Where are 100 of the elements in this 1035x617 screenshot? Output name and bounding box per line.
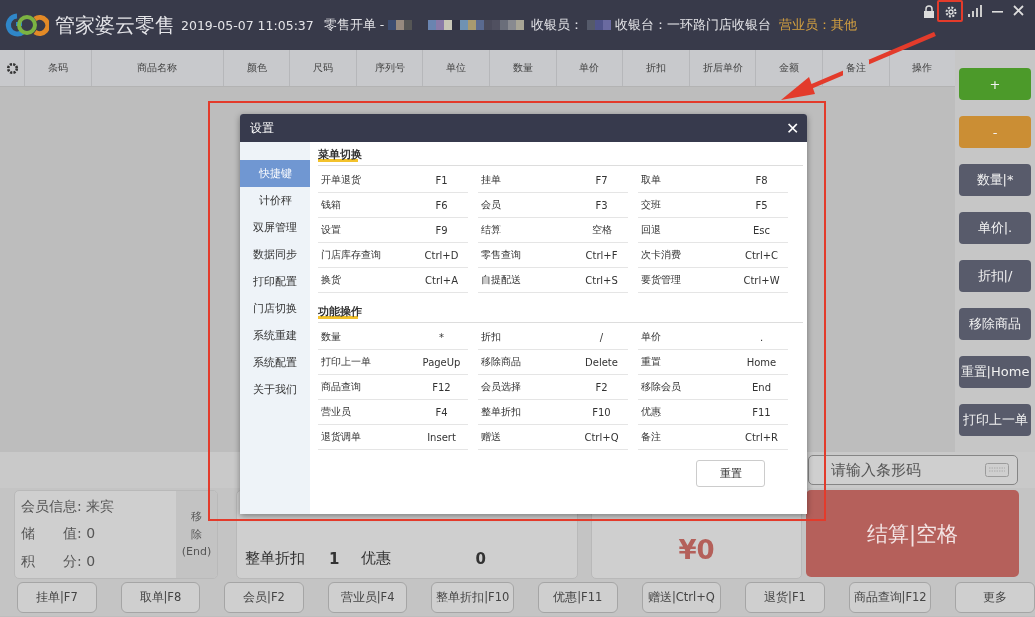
shortcut-action: 会员 bbox=[481, 198, 502, 212]
shortcut-action: 赠送 bbox=[481, 430, 502, 444]
function-button[interactable]: 优惠|F11 bbox=[538, 582, 618, 613]
shortcut-action: 营业员 bbox=[321, 405, 352, 419]
function-button[interactable]: 赠送|Ctrl+Q bbox=[641, 582, 722, 613]
checkout-button[interactable]: 结算|空格 bbox=[806, 490, 1019, 577]
shortcut-key: F2 bbox=[575, 381, 628, 393]
shortcut-action: 门店库存查询 bbox=[321, 248, 382, 262]
shortcut-key: Esc bbox=[735, 224, 788, 236]
shortcut-key: Delete bbox=[575, 356, 628, 368]
total-value: 0 bbox=[475, 550, 486, 568]
shortcut-action: 移除商品 bbox=[481, 355, 522, 369]
settings-nav-item[interactable]: 关于我们 bbox=[240, 376, 310, 403]
lock-icon bbox=[924, 5, 934, 18]
action-button[interactable]: 重置|Home bbox=[959, 356, 1031, 388]
shortcut-key: F11 bbox=[735, 406, 788, 418]
shortcut-action: 零售查询 bbox=[481, 248, 522, 262]
shortcut-key: Ctrl+A bbox=[415, 274, 468, 286]
settings-nav-item[interactable]: 双屏管理 bbox=[240, 214, 310, 241]
shortcut-key: Ctrl+F bbox=[575, 249, 628, 261]
app-name: 管家婆云零售 bbox=[55, 11, 175, 39]
dialog-title: 设置 bbox=[250, 119, 274, 137]
function-button[interactable]: 整单折扣|F10 bbox=[431, 582, 514, 613]
barcode-field[interactable]: 请输入条形码 bbox=[808, 455, 1018, 485]
order-label: 零售开单 - bbox=[323, 16, 385, 34]
shortcut-action: 换货 bbox=[321, 273, 342, 287]
settings-nav-item[interactable]: 打印配置 bbox=[240, 268, 310, 295]
shortcut-action: 数量 bbox=[321, 330, 342, 344]
function-button[interactable]: 商品查询|F12 bbox=[848, 582, 932, 613]
shortcut-key: Ctrl+R bbox=[735, 431, 788, 443]
function-button[interactable]: 营业员|F4 bbox=[327, 582, 408, 613]
settings-nav-item[interactable]: 系统配置 bbox=[240, 349, 310, 376]
function-button[interactable]: 会员|F2 bbox=[224, 582, 304, 613]
shortcut-key: Ctrl+D bbox=[415, 249, 468, 261]
column-header: 备注 bbox=[842, 59, 869, 77]
annotation-frame bbox=[937, 0, 963, 22]
action-button[interactable]: 单价|. bbox=[959, 212, 1031, 244]
settings-nav-item[interactable]: 计价秤 bbox=[240, 187, 310, 214]
signal-icon bbox=[968, 5, 982, 17]
function-button[interactable]: 挂单|F7 bbox=[17, 582, 97, 613]
shortcut-action: 要货管理 bbox=[641, 273, 682, 287]
shortcut-key: / bbox=[575, 331, 628, 343]
shortcut-action: 退货调单 bbox=[321, 430, 362, 444]
shortcut-key: F9 bbox=[415, 224, 468, 236]
shortcut-key: F1 bbox=[415, 174, 468, 186]
shortcut-action: 结算 bbox=[481, 223, 502, 237]
shortcut-key: F6 bbox=[415, 199, 468, 211]
action-button[interactable]: 数量|* bbox=[959, 164, 1031, 196]
shortcut-key: F10 bbox=[575, 406, 628, 418]
shortcut-action: 回退 bbox=[641, 223, 662, 237]
cashier-label: 收银员： bbox=[531, 16, 584, 34]
settings-nav-item[interactable]: 门店切换 bbox=[240, 295, 310, 322]
shortcut-key: Insert bbox=[415, 431, 468, 443]
member-info: 积 分: 0 bbox=[21, 553, 97, 572]
shortcut-key: Ctrl+S bbox=[575, 274, 628, 286]
shortcut-key: F4 bbox=[415, 406, 468, 418]
shortcut-key: F12 bbox=[415, 381, 468, 393]
shortcut-action: 挂单 bbox=[481, 173, 502, 187]
shortcut-action: 会员选择 bbox=[481, 380, 522, 394]
close-button[interactable]: ✕ bbox=[786, 118, 799, 138]
shortcut-action: 设置 bbox=[321, 223, 342, 237]
shortcut-key: . bbox=[735, 331, 788, 343]
shortcut-key: 空格 bbox=[575, 223, 628, 237]
shortcut-action: 商品查询 bbox=[321, 380, 362, 394]
shortcut-key: Ctrl+C bbox=[735, 249, 788, 261]
shortcut-action: 钱箱 bbox=[321, 198, 342, 212]
shortcut-key: F5 bbox=[735, 199, 788, 211]
shortcut-action: 单价 bbox=[641, 330, 662, 344]
reset-button[interactable]: 重置 bbox=[696, 460, 765, 487]
member-info: 会员信息: 来宾 bbox=[21, 497, 116, 516]
close-icon[interactable] bbox=[1013, 5, 1024, 16]
settings-nav-item[interactable]: 数据同步 bbox=[240, 241, 310, 268]
settings-nav-item[interactable]: 系统重建 bbox=[240, 322, 310, 349]
shortcut-action: 自提配送 bbox=[481, 273, 522, 287]
shortcut-action: 次卡消费 bbox=[641, 248, 682, 262]
shortcut-key: Ctrl+W bbox=[735, 274, 788, 286]
shortcut-key: F8 bbox=[735, 174, 788, 186]
shortcut-action: 取单 bbox=[641, 173, 662, 187]
action-button[interactable]: 折扣|/ bbox=[959, 260, 1031, 292]
shortcut-key: * bbox=[415, 331, 468, 343]
function-button[interactable]: 更多 bbox=[955, 582, 1035, 613]
total-value: 1 bbox=[329, 550, 340, 568]
shortcut-key: End bbox=[735, 381, 788, 393]
shortcut-action: 优惠 bbox=[641, 405, 662, 419]
total-label: 整单折扣 bbox=[245, 549, 305, 568]
shortcut-key: Ctrl+Q bbox=[575, 431, 628, 443]
action-button[interactable]: 移除商品 bbox=[959, 308, 1031, 340]
action-button[interactable]: 打印上一单 bbox=[959, 404, 1031, 436]
shortcut-key: Home bbox=[735, 356, 788, 368]
shortcut-action: 打印上一单 bbox=[321, 355, 372, 369]
member-info: 储 值: 0 bbox=[21, 525, 97, 544]
shortcut-key: F3 bbox=[575, 199, 628, 211]
date-time: 2019-05-07 11:05:37 bbox=[181, 17, 314, 33]
shortcut-action: 折扣 bbox=[481, 330, 502, 344]
shortcut-action: 移除会员 bbox=[641, 380, 682, 394]
settings-icon[interactable] bbox=[5, 61, 19, 75]
function-button[interactable]: 退货|F1 bbox=[745, 582, 825, 613]
remove-member-button[interactable]: 移 除 (End) bbox=[176, 491, 217, 578]
function-button[interactable]: 取单|F8 bbox=[120, 582, 201, 613]
register-name: 收银台：一环路门店收银台 bbox=[615, 16, 772, 34]
